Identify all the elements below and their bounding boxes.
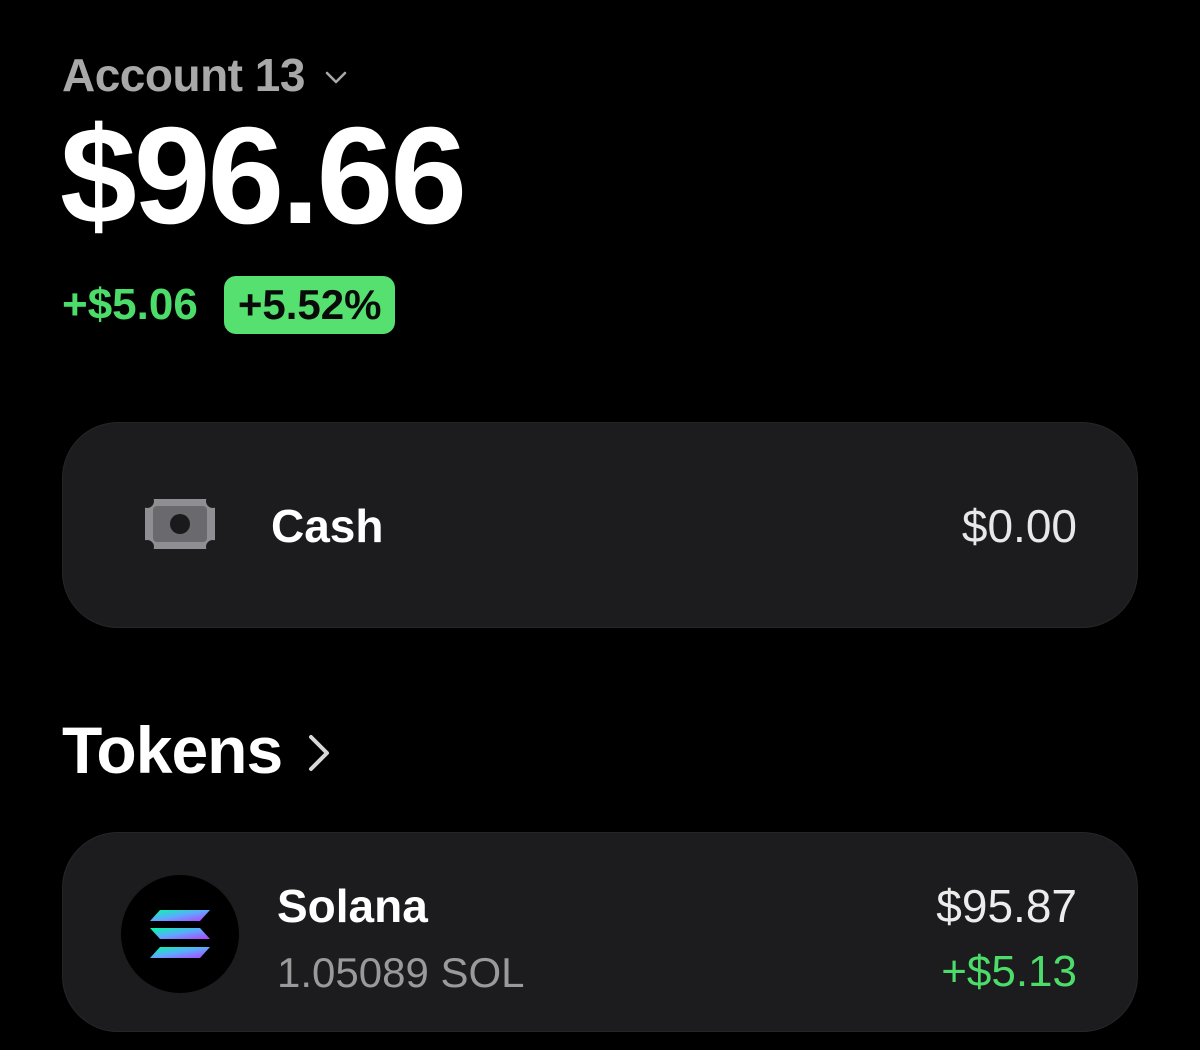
cash-label: Cash: [271, 500, 384, 552]
token-change: +$5.13: [941, 947, 1077, 996]
cash-icon: [143, 497, 217, 551]
solana-logo-icon: [121, 875, 239, 993]
total-balance: $96.66: [60, 99, 467, 253]
tokens-title: Tokens: [62, 713, 283, 787]
account-name: Account 13: [62, 49, 305, 101]
tokens-section-header[interactable]: Tokens: [62, 712, 334, 788]
token-row-solana[interactable]: Solana 1.05089 SOL $95.87 +$5.13: [62, 832, 1138, 1032]
token-amount: 1.05089 SOL: [277, 949, 525, 996]
wallet-screen: Account 13 $96.66 +$5.06 +5.52% Cash $0.…: [0, 0, 1200, 1050]
chevron-down-icon: [325, 71, 347, 84]
token-name: Solana: [277, 880, 428, 932]
account-selector[interactable]: Account 13: [62, 48, 349, 102]
balance-change-row: +$5.06 +5.52%: [62, 276, 396, 334]
balance-change-percent-badge: +5.52%: [223, 276, 396, 334]
token-value: $95.87: [936, 880, 1077, 932]
balance-change-amount: +$5.06: [62, 280, 198, 329]
cash-card[interactable]: Cash $0.00: [62, 422, 1138, 628]
cash-value: $0.00: [961, 500, 1077, 552]
chevron-right-icon: [309, 735, 330, 771]
solana-logo-mark: [150, 910, 210, 958]
